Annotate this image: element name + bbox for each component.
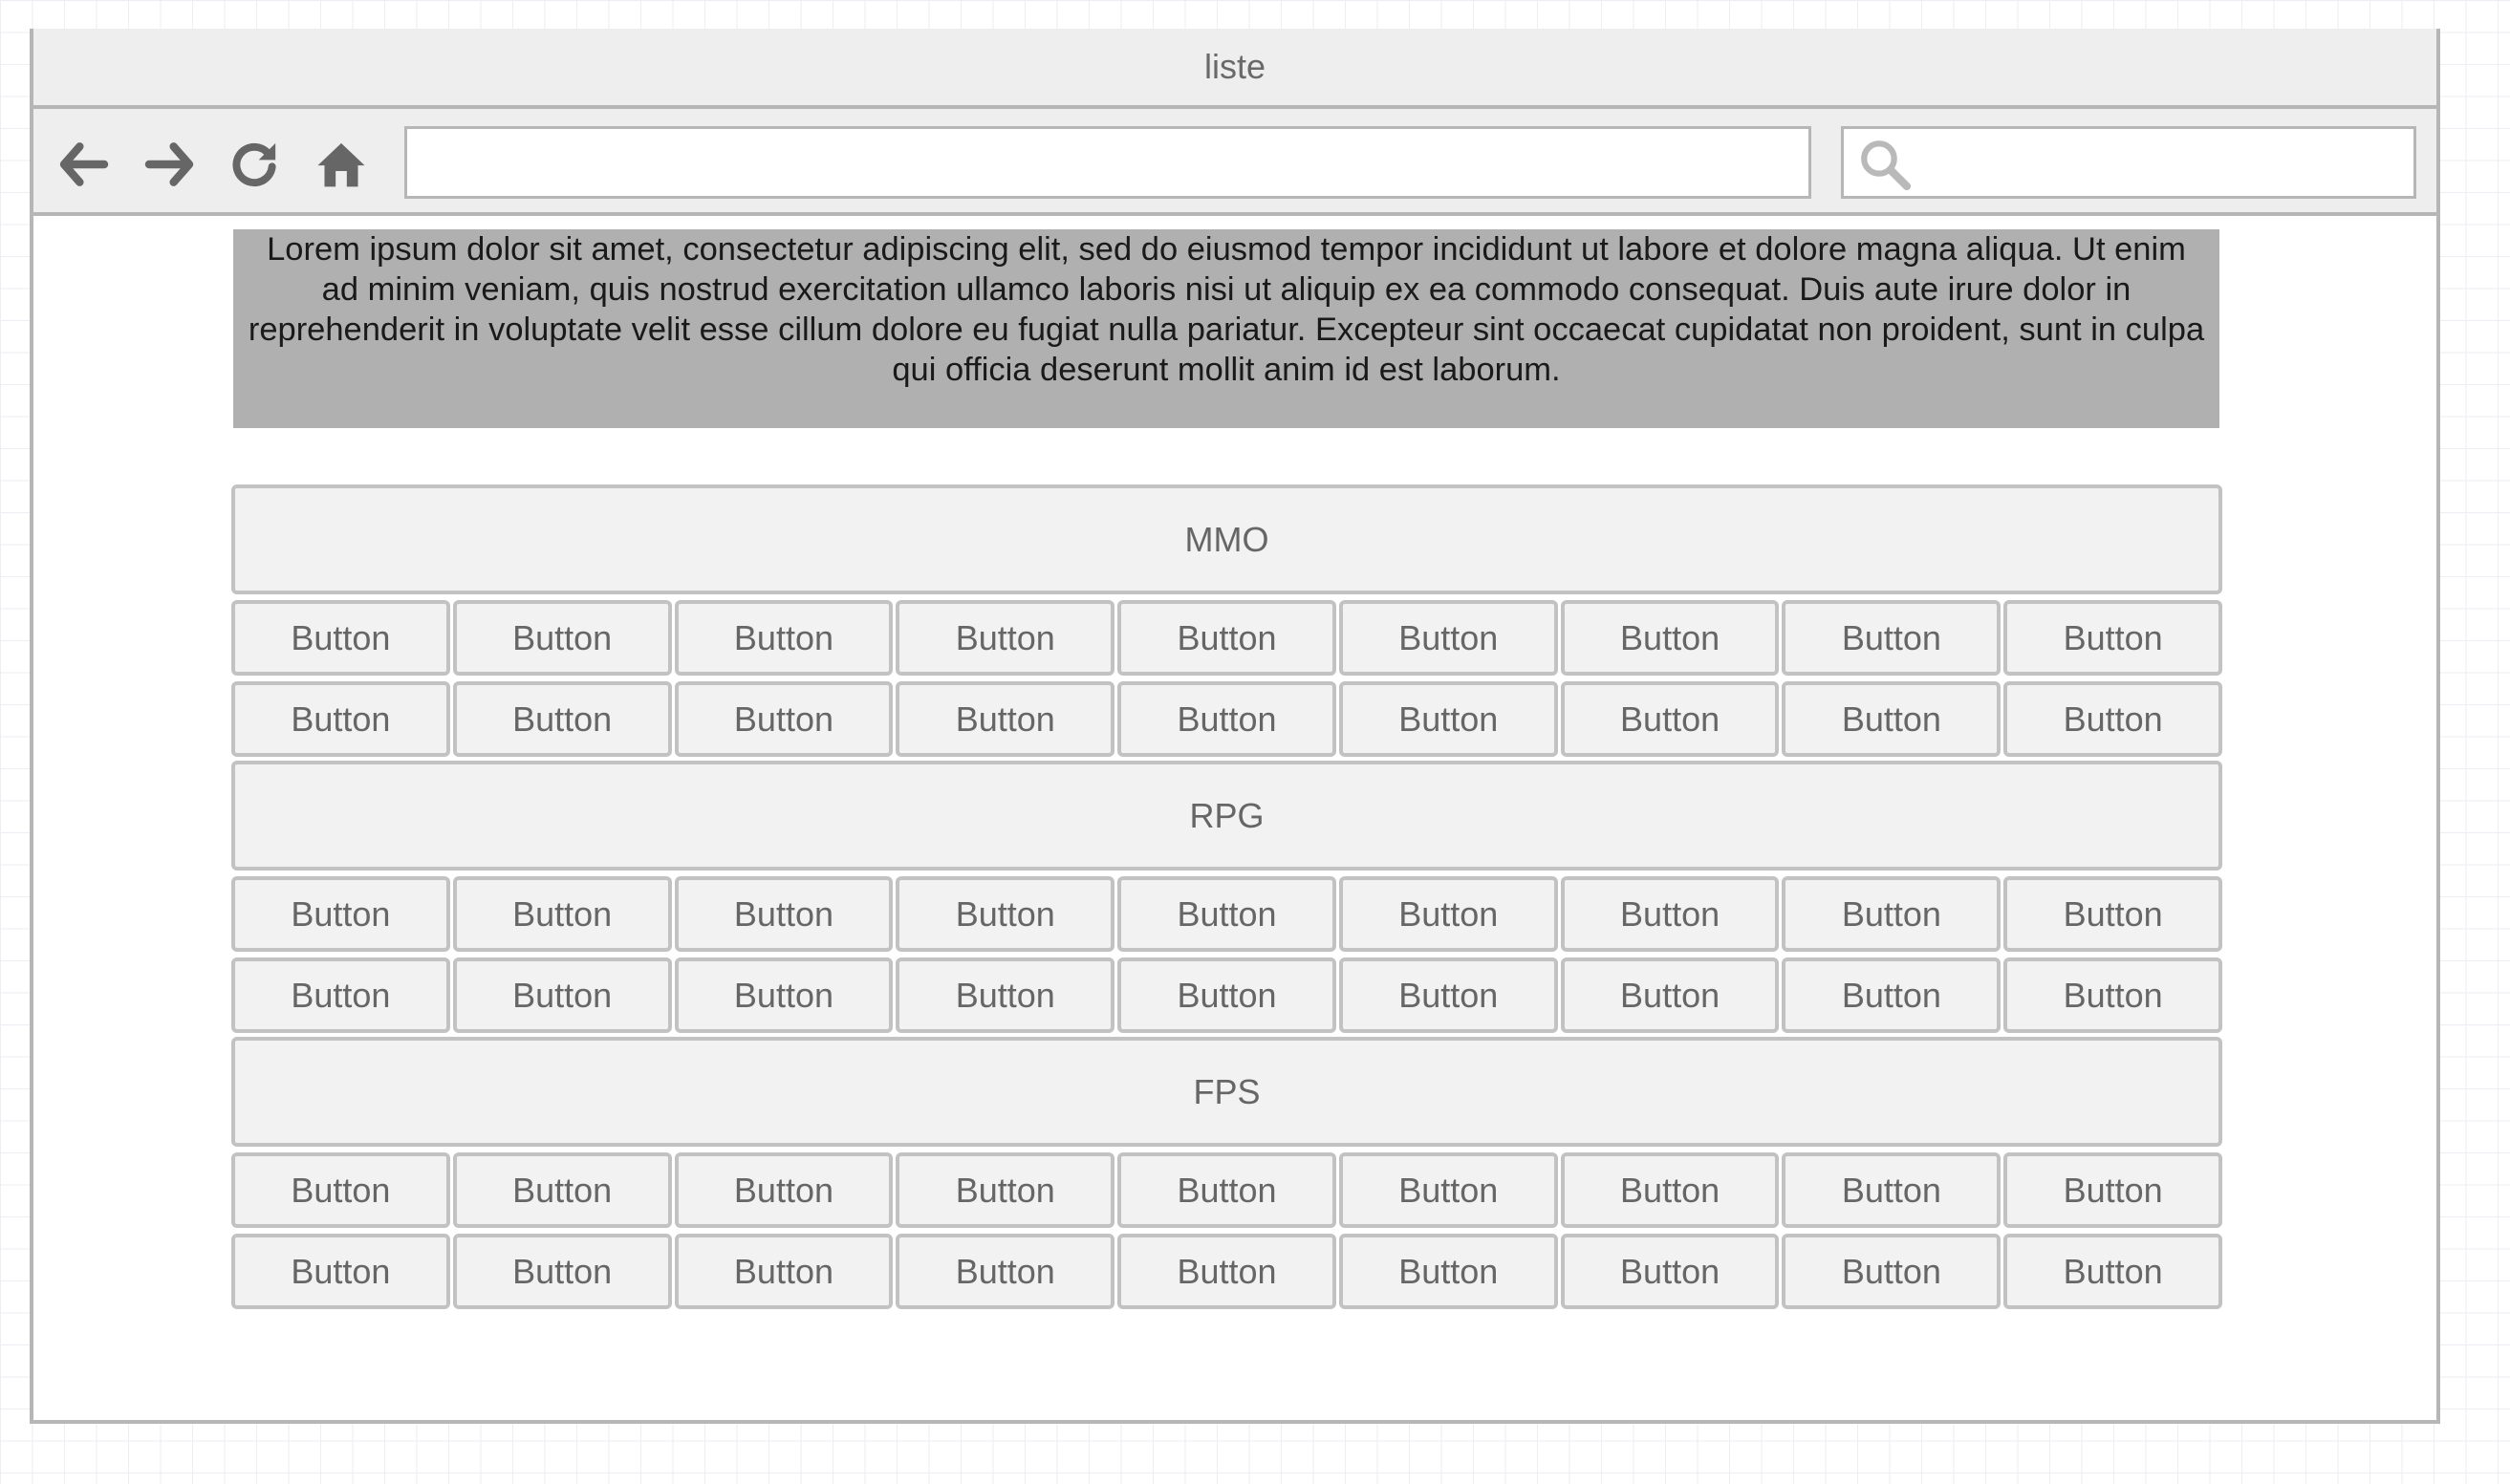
game-button[interactable]: Button xyxy=(231,681,450,757)
game-button[interactable]: Button xyxy=(1782,1152,2002,1228)
back-arrow-icon[interactable] xyxy=(57,138,111,191)
category-button-grid: MMO Button Button Button Button Button Button B… xyxy=(231,484,2223,1309)
game-button[interactable]: Button xyxy=(2003,1234,2223,1309)
game-button[interactable]: Button xyxy=(1117,1152,1336,1228)
game-button[interactable]: Button xyxy=(674,681,894,757)
button-row: Button Button Button Button Button Button Butt… xyxy=(231,957,2223,1033)
game-button[interactable]: Button xyxy=(1338,1234,1558,1309)
button-row: Button Button Button Button Button Button Butt… xyxy=(231,1234,2223,1309)
game-button[interactable]: Button xyxy=(1117,957,1336,1033)
game-button[interactable]: Button xyxy=(1560,681,1780,757)
game-button[interactable]: Button xyxy=(1560,876,1780,952)
game-button[interactable]: Button xyxy=(1782,600,2002,676)
game-button[interactable]: Button xyxy=(674,600,894,676)
category-header-fps[interactable]: FPS xyxy=(231,1037,2222,1147)
game-button[interactable]: Button xyxy=(1560,600,1780,676)
search-icon xyxy=(1857,137,1913,192)
game-button[interactable]: Button xyxy=(674,957,894,1033)
game-button[interactable]: Button xyxy=(2003,600,2223,676)
game-button[interactable]: Button xyxy=(1338,957,1558,1033)
game-button[interactable]: Button xyxy=(896,600,1115,676)
game-button[interactable]: Button xyxy=(1117,876,1336,952)
game-button[interactable]: Button xyxy=(231,600,450,676)
game-button[interactable]: Button xyxy=(1338,876,1558,952)
game-button[interactable]: Button xyxy=(231,1234,450,1309)
forward-arrow-icon[interactable] xyxy=(142,138,196,191)
search-field[interactable] xyxy=(1841,126,2416,199)
button-row: Button Button Button Button Button Button Butt… xyxy=(231,1152,2223,1228)
game-button[interactable]: Button xyxy=(1782,681,2002,757)
game-button[interactable]: Button xyxy=(1338,1152,1558,1228)
game-button[interactable]: Button xyxy=(1117,1234,1336,1309)
game-button[interactable]: Button xyxy=(2003,681,2223,757)
game-button[interactable]: Button xyxy=(674,876,894,952)
game-button[interactable]: Button xyxy=(452,1234,672,1309)
game-button[interactable]: Button xyxy=(896,1152,1115,1228)
game-button[interactable]: Button xyxy=(231,1152,450,1228)
game-button[interactable]: Button xyxy=(1560,1234,1780,1309)
button-row: Button Button Button Button Button Button Butt… xyxy=(231,681,2223,757)
game-button[interactable]: Button xyxy=(452,876,672,952)
window-title: liste xyxy=(33,29,2436,109)
game-button[interactable]: Button xyxy=(1560,1152,1780,1228)
game-button[interactable]: Button xyxy=(452,957,672,1033)
game-button[interactable]: Button xyxy=(2003,957,2223,1033)
game-button[interactable]: Button xyxy=(1782,1234,2002,1309)
search-input[interactable] xyxy=(1920,129,2413,196)
game-button[interactable]: Button xyxy=(1117,681,1336,757)
intro-text: Lorem ipsum dolor sit amet, consectetur … xyxy=(233,229,2219,428)
browser-toolbar xyxy=(33,109,2436,216)
reload-icon[interactable] xyxy=(227,138,281,191)
game-button[interactable]: Button xyxy=(896,681,1115,757)
game-button[interactable]: Button xyxy=(452,681,672,757)
game-button[interactable]: Button xyxy=(2003,876,2223,952)
game-button[interactable]: Button xyxy=(1782,957,2002,1033)
game-button[interactable]: Button xyxy=(674,1152,894,1228)
button-row: Button Button Button Button Button Button Butt… xyxy=(231,600,2223,676)
game-button[interactable]: Button xyxy=(231,876,450,952)
game-button[interactable]: Button xyxy=(1338,600,1558,676)
game-button[interactable]: Button xyxy=(1782,876,2002,952)
address-bar[interactable] xyxy=(404,126,1811,199)
game-button[interactable]: Button xyxy=(1338,681,1558,757)
game-button[interactable]: Button xyxy=(674,1234,894,1309)
game-button[interactable]: Button xyxy=(1117,600,1336,676)
game-button[interactable]: Button xyxy=(2003,1152,2223,1228)
game-button[interactable]: Button xyxy=(1560,957,1780,1033)
game-button[interactable]: Button xyxy=(896,957,1115,1033)
game-button[interactable]: Button xyxy=(231,957,450,1033)
home-icon[interactable] xyxy=(314,138,368,191)
game-button[interactable]: Button xyxy=(896,876,1115,952)
game-button[interactable]: Button xyxy=(896,1234,1115,1309)
button-row: Button Button Button Button Button Button Butt… xyxy=(231,876,2223,952)
category-header-mmo[interactable]: MMO xyxy=(231,484,2222,594)
category-header-rpg[interactable]: RPG xyxy=(231,761,2222,871)
game-button[interactable]: Button xyxy=(452,1152,672,1228)
game-button[interactable]: Button xyxy=(452,600,672,676)
